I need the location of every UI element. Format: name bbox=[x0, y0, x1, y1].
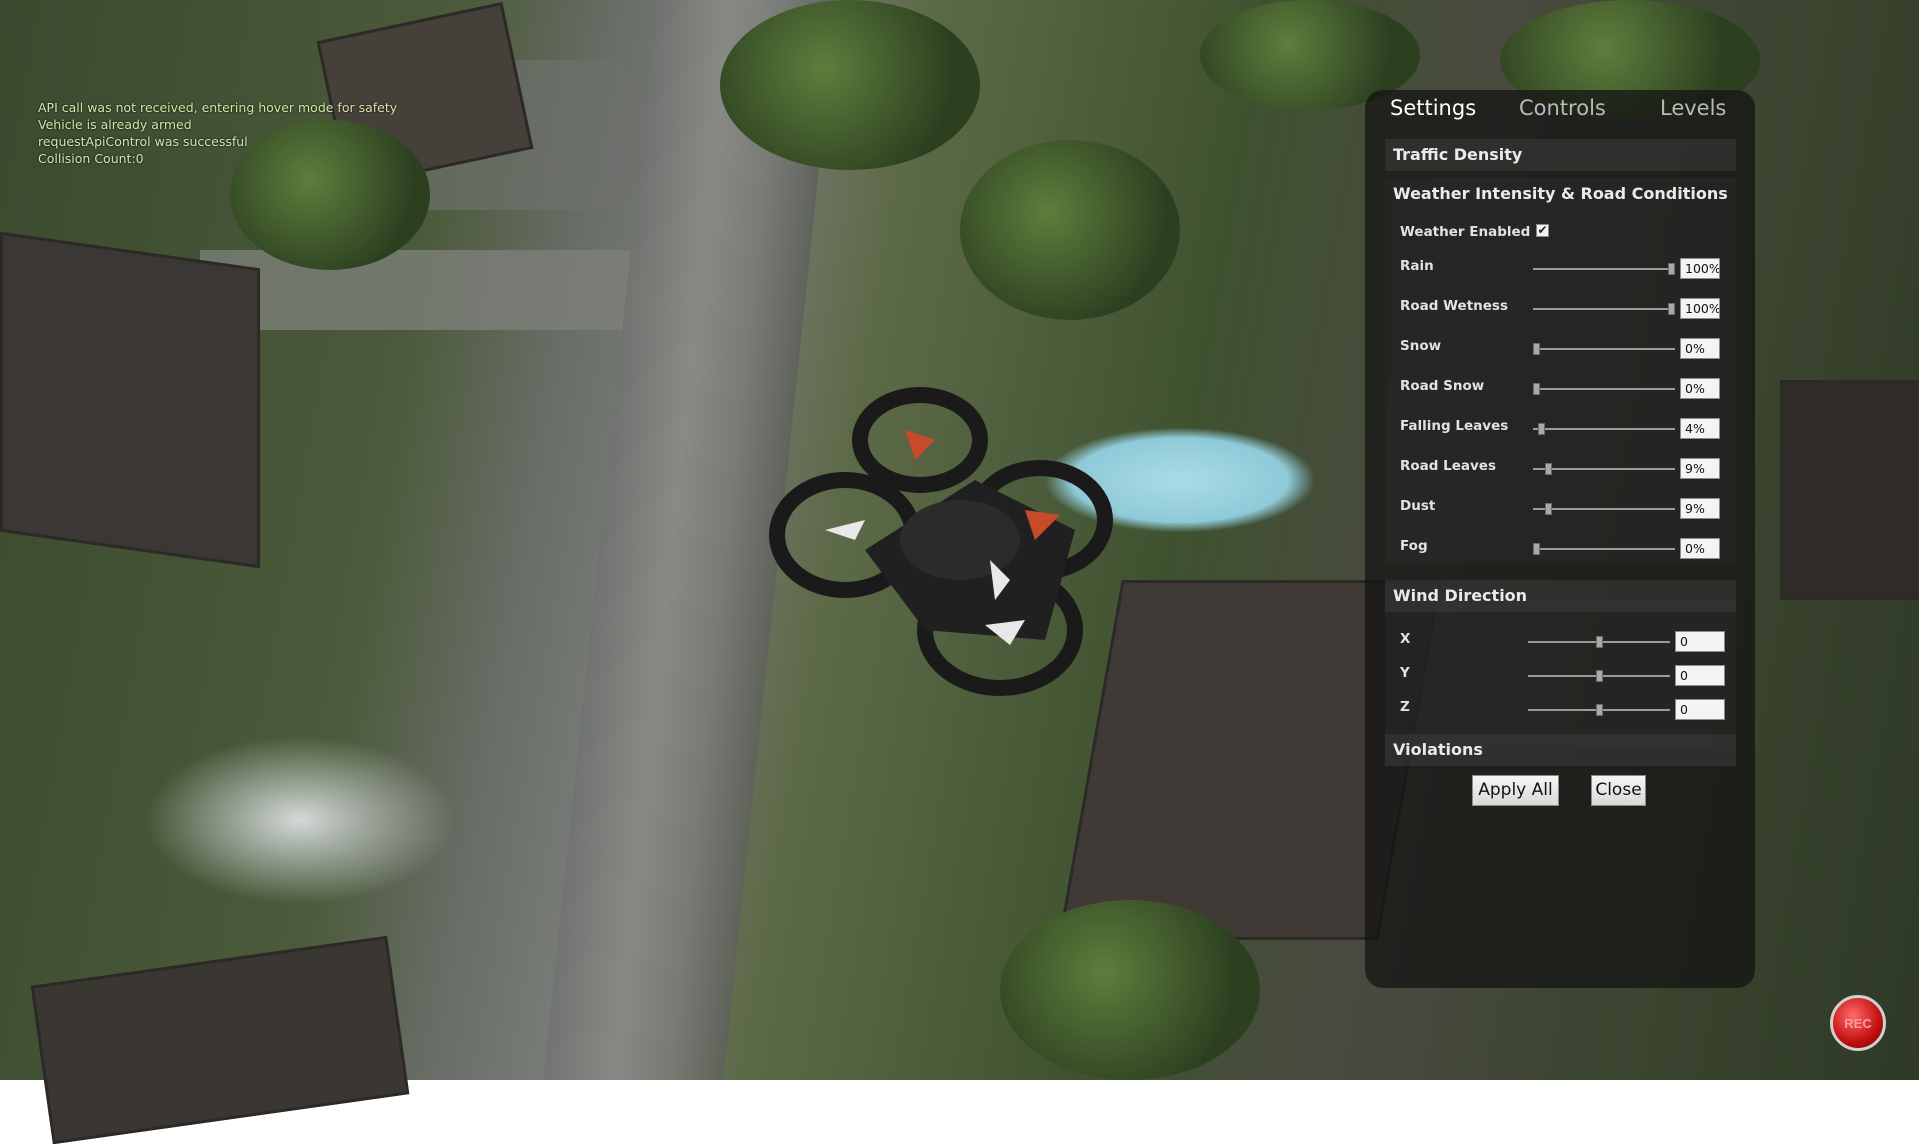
weather-value-field[interactable]: 100% bbox=[1680, 258, 1720, 279]
house-roof bbox=[30, 935, 410, 1144]
house-roof bbox=[1780, 380, 1919, 600]
collision-count: Collision Count:0 bbox=[38, 151, 144, 166]
weather-slider-label: Dust bbox=[1400, 498, 1436, 514]
weather-value-field[interactable]: 0% bbox=[1680, 538, 1720, 559]
wind-slider-thumb[interactable] bbox=[1595, 704, 1603, 716]
weather-slider-thumb[interactable] bbox=[1545, 463, 1553, 475]
weather-value-field[interactable]: 9% bbox=[1680, 498, 1720, 519]
tree bbox=[720, 0, 980, 170]
tree bbox=[1000, 900, 1260, 1080]
weather-slider-label: Fog bbox=[1400, 538, 1428, 554]
apply-all-button[interactable]: Apply All bbox=[1472, 775, 1559, 806]
tab-bar: Settings Controls Levels bbox=[1365, 96, 1755, 136]
weather-slider-track[interactable] bbox=[1533, 468, 1675, 470]
violations-header[interactable]: Violations bbox=[1385, 734, 1736, 766]
wind-value-field[interactable]: 0 bbox=[1675, 665, 1725, 686]
side-road bbox=[200, 250, 650, 330]
tree bbox=[960, 140, 1180, 320]
hud-message: API call was not received, entering hove… bbox=[38, 100, 398, 115]
traffic-density-header[interactable]: Traffic Density bbox=[1385, 139, 1736, 171]
record-button[interactable]: REC bbox=[1830, 995, 1886, 1051]
weather-slider-thumb[interactable] bbox=[1545, 503, 1553, 515]
record-icon: REC bbox=[1844, 1015, 1872, 1031]
wind-axis-label: X bbox=[1400, 631, 1411, 647]
weather-value-field[interactable]: 9% bbox=[1680, 458, 1720, 479]
weather-slider-label: Falling Leaves bbox=[1400, 418, 1509, 434]
weather-slider-track[interactable] bbox=[1533, 388, 1675, 390]
quadcopter-drone bbox=[769, 387, 1113, 696]
hud-message-log: API call was not received, entering hove… bbox=[38, 99, 397, 167]
weather-slider-track[interactable] bbox=[1533, 548, 1675, 550]
weather-slider-track[interactable] bbox=[1533, 268, 1675, 270]
hud-message: Vehicle is already armed bbox=[38, 117, 192, 132]
weather-slider-thumb[interactable] bbox=[1538, 423, 1546, 435]
weather-slider-track[interactable] bbox=[1533, 428, 1675, 430]
wind-axis-label: Y bbox=[1400, 665, 1410, 681]
wind-direction-header[interactable]: Wind Direction bbox=[1385, 580, 1736, 612]
tab-settings[interactable]: Settings bbox=[1390, 96, 1476, 120]
weather-slider-thumb[interactable] bbox=[1533, 383, 1540, 395]
house-roof bbox=[0, 231, 260, 569]
weather-slider-label: Snow bbox=[1400, 338, 1442, 354]
weather-enabled-checkbox[interactable]: ✔ bbox=[1536, 224, 1549, 237]
weather-slider-label: Road Wetness bbox=[1400, 298, 1508, 314]
wind-slider-thumb[interactable] bbox=[1595, 670, 1603, 682]
weather-value-field[interactable]: 0% bbox=[1680, 378, 1720, 399]
weather-value-field[interactable]: 4% bbox=[1680, 418, 1720, 439]
weather-slider-thumb[interactable] bbox=[1533, 343, 1540, 355]
weather-slider-track[interactable] bbox=[1533, 348, 1675, 350]
weather-value-field[interactable]: 100% bbox=[1680, 298, 1720, 319]
weather-slider-label: Road Snow bbox=[1400, 378, 1485, 394]
close-button[interactable]: Close bbox=[1591, 775, 1646, 806]
wind-axis-label: Z bbox=[1400, 699, 1410, 715]
weather-value-field[interactable]: 0% bbox=[1680, 338, 1720, 359]
weather-slider-thumb[interactable] bbox=[1668, 303, 1675, 315]
hud-message: requestApiControl was successful bbox=[38, 134, 248, 149]
weather-slider-track[interactable] bbox=[1533, 508, 1675, 510]
weather-slider-track[interactable] bbox=[1533, 308, 1675, 310]
wind-slider-thumb[interactable] bbox=[1595, 636, 1603, 648]
weather-slider-thumb[interactable] bbox=[1533, 543, 1540, 555]
wind-value-field[interactable]: 0 bbox=[1675, 699, 1725, 720]
tab-controls[interactable]: Controls bbox=[1519, 96, 1606, 120]
settings-panel: Settings Controls Levels Traffic Density… bbox=[1365, 90, 1755, 988]
weather-section-header[interactable]: Weather Intensity & Road Conditions bbox=[1385, 178, 1736, 210]
wind-value-field[interactable]: 0 bbox=[1675, 631, 1725, 652]
weather-slider-label: Rain bbox=[1400, 258, 1434, 274]
weather-enabled-label: Weather Enabled bbox=[1400, 224, 1531, 240]
tab-levels[interactable]: Levels bbox=[1660, 96, 1726, 120]
weather-slider-label: Road Leaves bbox=[1400, 458, 1497, 474]
weather-slider-thumb[interactable] bbox=[1668, 263, 1675, 275]
